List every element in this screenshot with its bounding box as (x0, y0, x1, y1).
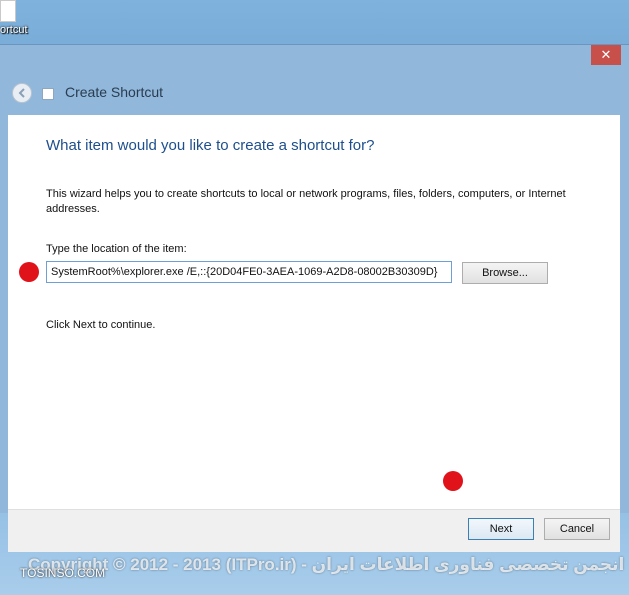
copyright-watermark: Copyright © 2012 - 2013 (ITPro.ir) - انج… (28, 555, 625, 574)
site-watermark: TOSINSO.COM (20, 566, 106, 580)
desktop-shortcut-label: ortcut (0, 24, 28, 36)
browse-button[interactable]: Browse... (462, 262, 548, 284)
wizard-heading: What item would you like to create a sho… (46, 137, 375, 154)
window-title: Create Shortcut (65, 84, 164, 100)
wizard-description: This wizard helps you to create shortcut… (46, 188, 566, 215)
create-shortcut-window: ✕ Create Shortcut What item would you li… (0, 44, 629, 552)
location-label: Type the location of the item: (46, 243, 187, 255)
annotation-marker-input (19, 262, 39, 282)
shortcut-icon (42, 88, 54, 100)
continue-instruction: Click Next to continue. (46, 319, 156, 331)
wizard-content: What item would you like to create a sho… (8, 115, 620, 509)
close-button[interactable]: ✕ (591, 45, 621, 65)
wizard-footer: Next Cancel (8, 509, 620, 552)
wizard-header: Create Shortcut (8, 69, 620, 115)
file-icon (0, 0, 16, 22)
back-arrow-icon[interactable] (12, 83, 32, 103)
annotation-marker-next (443, 471, 463, 491)
cancel-button[interactable]: Cancel (544, 518, 610, 540)
desktop-shortcut[interactable]: ortcut (0, 0, 40, 42)
next-button[interactable]: Next (468, 518, 534, 540)
location-input[interactable] (46, 261, 452, 283)
